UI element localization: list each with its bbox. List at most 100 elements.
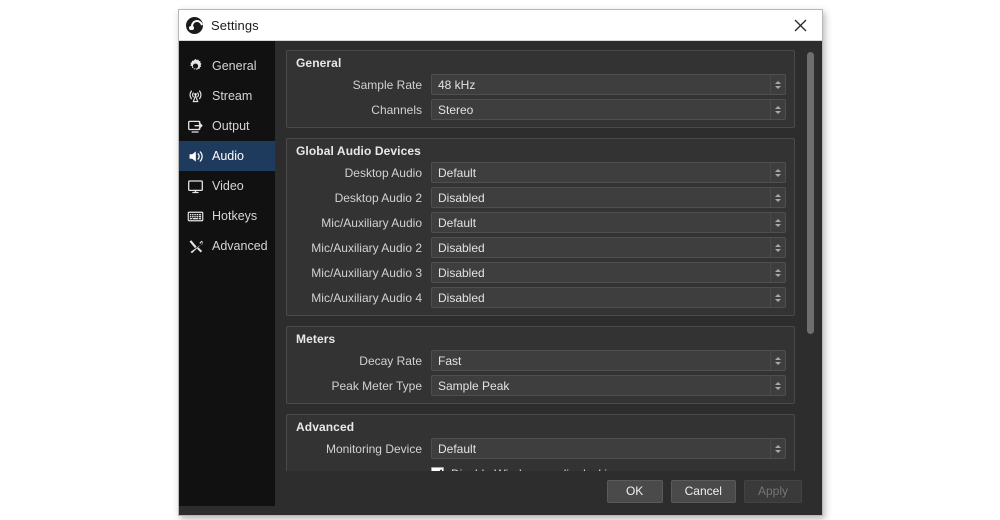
group-title: Meters (296, 332, 336, 346)
row-label: Mic/Auxiliary Audio 4 (311, 290, 422, 305)
cancel-button[interactable]: Cancel (670, 479, 736, 503)
row-label: Mic/Auxiliary Audio 3 (311, 265, 422, 280)
settings-content: General Sample Rate 48 kHz Channels Ster… (275, 41, 822, 515)
spinner-icon[interactable] (770, 213, 785, 232)
sidebar-item-label: Hotkeys (212, 209, 258, 223)
setting-row-mic-aux-audio-4: Mic/Auxiliary Audio 4 Disabled (295, 287, 786, 308)
field-value: Fast (438, 353, 462, 368)
field-value: Disabled (438, 240, 485, 255)
sidebar-item-label: Video (212, 179, 244, 193)
sidebar-item-advanced[interactable]: Advanced (179, 231, 275, 261)
sidebar-item-label: Advanced (212, 239, 268, 253)
gear-icon (186, 57, 205, 76)
window-title: Settings (211, 17, 259, 33)
sample-rate-combobox[interactable]: 48 kHz (431, 74, 786, 95)
spinner-icon[interactable] (770, 238, 785, 257)
sidebar-item-output[interactable]: Output (179, 111, 275, 141)
sidebar-item-audio[interactable]: Audio (179, 141, 275, 171)
mic-aux-audio-3-combobox[interactable]: Disabled (431, 262, 786, 283)
dialog-button-bar: OK Cancel Apply (286, 471, 816, 515)
monitor-icon (186, 177, 205, 196)
row-label: Sample Rate (352, 77, 422, 92)
window-body: General Stream Output Audio Video Hotkey… (179, 41, 822, 515)
tools-icon (186, 237, 205, 256)
settings-window: Settings General Stream Output Audio Vid… (178, 9, 823, 516)
group-general: General Sample Rate 48 kHz Channels Ster… (286, 50, 795, 128)
mic-aux-audio-combobox[interactable]: Default (431, 212, 786, 233)
keyboard-icon (186, 207, 205, 226)
row-label: Mic/Auxiliary Audio 2 (311, 240, 422, 255)
field-value: Disabled (438, 190, 485, 205)
apply-button: Apply (743, 479, 802, 503)
spinner-icon[interactable] (770, 75, 785, 94)
row-label: Decay Rate (359, 353, 422, 368)
scroll-area: General Sample Rate 48 kHz Channels Ster… (286, 50, 816, 471)
setting-row-decay-rate: Decay Rate Fast (295, 350, 786, 371)
scrollbar-thumb[interactable] (807, 52, 814, 334)
field-value: Default (438, 441, 477, 456)
field-value: Stereo (438, 102, 474, 117)
settings-panels: General Sample Rate 48 kHz Channels Ster… (286, 50, 803, 471)
disable-audio-ducking-checkbox[interactable] (431, 467, 444, 471)
setting-row-disable-audio-ducking: Disable Windows audio ducking (295, 463, 786, 471)
sidebar-item-label: Output (212, 119, 250, 133)
spinner-icon[interactable] (770, 163, 785, 182)
spinner-icon[interactable] (770, 376, 785, 395)
field-value: Sample Peak (438, 378, 510, 393)
desktop-audio-combobox[interactable]: Default (431, 162, 786, 183)
mic-aux-audio-2-combobox[interactable]: Disabled (431, 237, 786, 258)
settings-scrollbar[interactable] (803, 50, 816, 471)
spinner-icon[interactable] (770, 288, 785, 307)
field-value: Default (438, 165, 477, 180)
sidebar-item-label: Audio (212, 149, 244, 163)
peak-meter-type-combobox[interactable]: Sample Peak (431, 375, 786, 396)
mic-aux-audio-4-combobox[interactable]: Disabled (431, 287, 786, 308)
monitoring-device-combobox[interactable]: Default (431, 438, 786, 459)
ok-button[interactable]: OK (606, 479, 663, 503)
close-icon[interactable] (778, 10, 822, 40)
sidebar-item-label: Stream (212, 89, 253, 103)
setting-row-channels: Channels Stereo (295, 99, 786, 120)
channels-combobox[interactable]: Stereo (431, 99, 786, 120)
broadcast-icon (186, 87, 205, 106)
title-bar: Settings (179, 10, 822, 41)
setting-row-mic-aux-audio: Mic/Auxiliary Audio Default (295, 212, 786, 233)
group-title: Global Audio Devices (296, 144, 421, 158)
setting-row-peak-meter-type: Peak Meter Type Sample Peak (295, 375, 786, 396)
field-value: Disabled (438, 265, 485, 280)
group-advanced: Advanced Monitoring Device Default (286, 414, 795, 471)
speaker-icon (186, 147, 205, 166)
group-global-audio-devices: Global Audio Devices Desktop Audio Defau… (286, 138, 795, 316)
setting-row-mic-aux-audio-3: Mic/Auxiliary Audio 3 Disabled (295, 262, 786, 283)
field-value: 48 kHz (438, 77, 476, 92)
group-title: Advanced (296, 420, 355, 434)
spinner-icon[interactable] (770, 100, 785, 119)
field-value: Disabled (438, 290, 485, 305)
row-label: Mic/Auxiliary Audio (321, 215, 422, 230)
sidebar-item-video[interactable]: Video (179, 171, 275, 201)
setting-row-mic-aux-audio-2: Mic/Auxiliary Audio 2 Disabled (295, 237, 786, 258)
spinner-icon[interactable] (770, 351, 785, 370)
desktop-audio-2-combobox[interactable]: Disabled (431, 187, 786, 208)
group-meters: Meters Decay Rate Fast Peak Meter Type S… (286, 326, 795, 404)
row-label: Desktop Audio 2 (334, 190, 422, 205)
sidebar-item-hotkeys[interactable]: Hotkeys (179, 201, 275, 231)
spinner-icon[interactable] (770, 439, 785, 458)
spinner-icon[interactable] (770, 263, 785, 282)
decay-rate-combobox[interactable]: Fast (431, 350, 786, 371)
row-label: Desktop Audio (344, 165, 422, 180)
checkbox-label: Disable Windows audio ducking (451, 467, 620, 472)
field-value: Default (438, 215, 477, 230)
sidebar-item-label: General (212, 59, 257, 73)
spinner-icon[interactable] (770, 188, 785, 207)
sidebar-item-general[interactable]: General (179, 51, 275, 81)
setting-row-monitoring-device: Monitoring Device Default (295, 438, 786, 459)
row-label: Monitoring Device (325, 441, 422, 456)
row-label: Peak Meter Type (331, 378, 423, 393)
group-title: General (296, 56, 342, 70)
setting-row-sample-rate: Sample Rate 48 kHz (295, 74, 786, 95)
settings-sidebar: General Stream Output Audio Video Hotkey… (179, 41, 275, 506)
obs-logo-icon (186, 16, 203, 34)
sidebar-item-stream[interactable]: Stream (179, 81, 275, 111)
setting-row-desktop-audio: Desktop Audio Default (295, 162, 786, 183)
